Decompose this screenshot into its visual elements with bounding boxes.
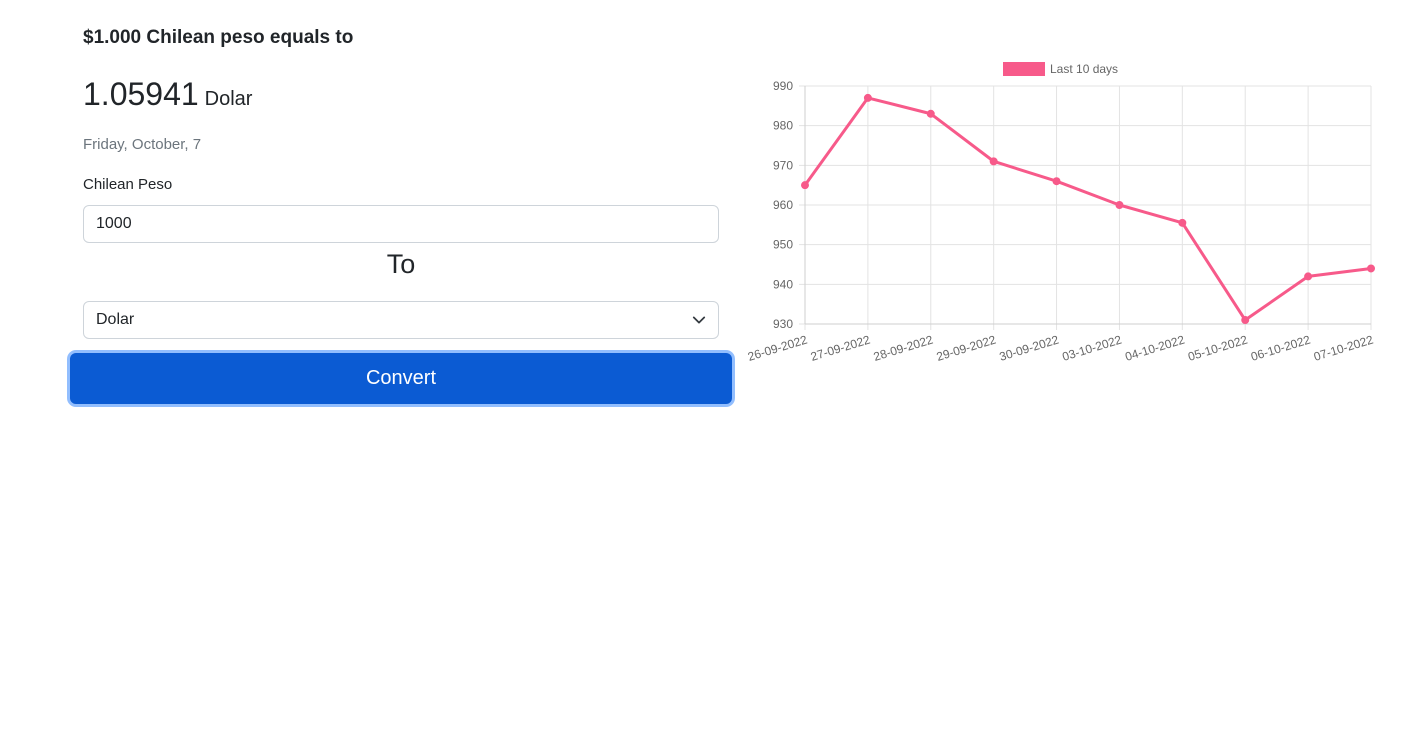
data-point (1241, 316, 1250, 325)
data-point (863, 93, 872, 102)
y-tick-label: 940 (773, 277, 793, 291)
convert-button[interactable]: Convert (70, 353, 732, 404)
x-tick-label: 03-10-2022 (1061, 332, 1124, 363)
y-tick-label: 990 (773, 79, 793, 93)
x-tick-label: 05-10-2022 (1186, 332, 1249, 363)
data-point (989, 157, 998, 166)
y-tick-label: 960 (773, 198, 793, 212)
x-tick-label: 27-09-2022 (809, 332, 872, 363)
data-point (1052, 177, 1061, 186)
legend-swatch (1003, 62, 1045, 76)
amount-input[interactable] (83, 205, 719, 243)
y-tick-label: 970 (773, 158, 793, 172)
conversion-heading: $1.000 Chilean peso equals to (83, 27, 354, 48)
data-point (801, 181, 809, 190)
y-tick-label: 930 (773, 317, 793, 331)
rate-value: 1.05941 (83, 76, 199, 112)
from-currency-label: Chilean Peso (83, 176, 173, 193)
to-label: To (386, 249, 416, 279)
target-currency-select[interactable]: Dolar (83, 301, 719, 339)
x-tick-label: 30-09-2022 (998, 332, 1061, 363)
x-tick-label: 04-10-2022 (1123, 332, 1186, 363)
y-tick-label: 950 (773, 238, 793, 252)
x-tick-label: 06-10-2022 (1249, 332, 1312, 363)
data-point (926, 109, 935, 118)
series-line (803, 96, 1372, 322)
x-tick-label: 29-09-2022 (935, 332, 998, 363)
data-point (1115, 201, 1124, 209)
y-tick-label: 980 (773, 119, 793, 133)
data-point (1304, 272, 1313, 281)
rate-unit: Dolar (204, 88, 253, 110)
selected-currency: Dolar (96, 311, 135, 328)
data-point (1178, 218, 1187, 227)
legend-label: Last 10 days (1050, 62, 1118, 76)
rate-display: 1.05941 Dolar (83, 76, 252, 113)
exchange-rate-chart: 930 940 950 960 970 980 990 26-09-2022 27-09-202… (746, 62, 1375, 364)
x-tick-label: 28-09-2022 (872, 332, 935, 363)
data-point (1367, 264, 1375, 273)
chevron-down-icon (692, 316, 706, 324)
rate-date: Friday, October, 7 (83, 136, 202, 153)
x-tick-label: 26-09-2022 (746, 332, 809, 363)
x-tick-label: 07-10-2022 (1312, 332, 1375, 363)
